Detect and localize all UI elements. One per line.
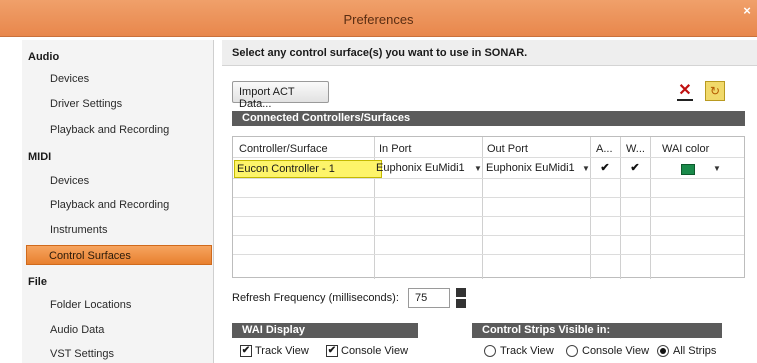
column-header-wai-color[interactable]: WAI color xyxy=(662,143,709,155)
sidebar-item-audio-devices[interactable]: Devices xyxy=(50,73,89,85)
ack-checkbox[interactable]: ✔ xyxy=(599,163,611,175)
checkbox-check-icon: ✔ xyxy=(326,345,338,357)
checkbox-check-icon: ✔ xyxy=(240,345,252,357)
controller-name-cell[interactable]: Eucon Controller - 1 xyxy=(234,160,382,178)
refresh-frequency-label: Refresh Frequency (milliseconds): xyxy=(232,292,399,304)
delete-icon[interactable]: ✕ xyxy=(675,81,695,101)
chevron-down-icon[interactable]: ▼ xyxy=(582,164,590,173)
radio-label: Console View xyxy=(582,345,650,357)
chevron-down-icon[interactable]: ▼ xyxy=(474,164,482,173)
sidebar-header-midi: MIDI xyxy=(28,151,52,163)
instruction-text: Select any control surface(s) you want t… xyxy=(232,47,528,59)
wai-console-view-checkbox[interactable]: ✔ Console View xyxy=(326,345,408,357)
instruction-banner: Select any control surface(s) you want t… xyxy=(222,40,757,66)
refresh-icon[interactable]: ↻ xyxy=(705,81,725,101)
sidebar-item-midi-devices[interactable]: Devices xyxy=(50,175,89,187)
sidebar-item-instruments[interactable]: Instruments xyxy=(50,224,107,236)
column-header-controller[interactable]: Controller/Surface xyxy=(239,143,328,155)
sidebar-header-audio: Audio xyxy=(28,51,60,63)
refresh-frequency-stepper[interactable] xyxy=(456,288,466,308)
controllers-table: Controller/Surface In Port Out Port A...… xyxy=(232,136,745,279)
sidebar-item-audio-data[interactable]: Audio Data xyxy=(50,324,104,336)
import-act-data-button[interactable]: Import ACT Data... xyxy=(232,81,329,110)
radio-icon xyxy=(484,345,496,357)
column-header-w[interactable]: W... xyxy=(626,143,645,155)
sidebar-item-vst-settings[interactable]: VST Settings xyxy=(50,348,114,360)
in-port-cell[interactable]: Euphonix EuMidi1 xyxy=(374,160,474,178)
column-header-out-port[interactable]: Out Port xyxy=(487,143,528,155)
wai-checkbox[interactable]: ✔ xyxy=(629,163,641,175)
preferences-sidebar: Audio Devices Driver Settings Playback a… xyxy=(22,40,214,363)
window-title: Preferences xyxy=(343,12,414,27)
out-port-cell[interactable]: Euphonix EuMidi1 xyxy=(484,160,582,178)
checkbox-label: Console View xyxy=(341,345,409,357)
title-bar: Preferences × xyxy=(0,0,757,37)
sidebar-item-folder-locations[interactable]: Folder Locations xyxy=(50,299,131,311)
sidebar-item-audio-playback-recording[interactable]: Playback and Recording xyxy=(50,124,169,136)
radio-icon xyxy=(566,345,578,357)
radio-label: All Strips xyxy=(673,345,717,357)
strips-console-view-radio[interactable]: Console View xyxy=(566,345,649,357)
wai-track-view-checkbox[interactable]: ✔ Track View xyxy=(240,345,309,357)
sidebar-item-midi-playback-recording[interactable]: Playback and Recording xyxy=(50,199,169,211)
radio-label: Track View xyxy=(500,345,554,357)
wai-display-header: WAI Display xyxy=(232,323,418,338)
refresh-frequency-input[interactable]: 75 xyxy=(408,288,450,308)
column-header-in-port[interactable]: In Port xyxy=(379,143,411,155)
chevron-down-icon[interactable]: ▼ xyxy=(713,164,721,173)
checkbox-label: Track View xyxy=(255,345,309,357)
control-strips-header: Control Strips Visible in: xyxy=(472,323,722,338)
close-icon[interactable]: × xyxy=(737,0,757,22)
sidebar-header-file: File xyxy=(28,276,47,288)
sidebar-item-label: Control Surfaces xyxy=(49,250,131,262)
connected-controllers-header: Connected Controllers/Surfaces xyxy=(232,111,745,126)
strips-track-view-radio[interactable]: Track View xyxy=(484,345,554,357)
sidebar-item-control-surfaces[interactable]: Control Surfaces xyxy=(26,245,212,265)
sidebar-item-driver-settings[interactable]: Driver Settings xyxy=(50,98,122,110)
wai-color-swatch[interactable] xyxy=(681,164,695,175)
radio-selected-icon xyxy=(657,345,669,357)
control-surfaces-pane: Select any control surface(s) you want t… xyxy=(222,40,757,363)
column-header-a[interactable]: A... xyxy=(596,143,613,155)
strips-all-strips-radio[interactable]: All Strips xyxy=(657,345,716,357)
